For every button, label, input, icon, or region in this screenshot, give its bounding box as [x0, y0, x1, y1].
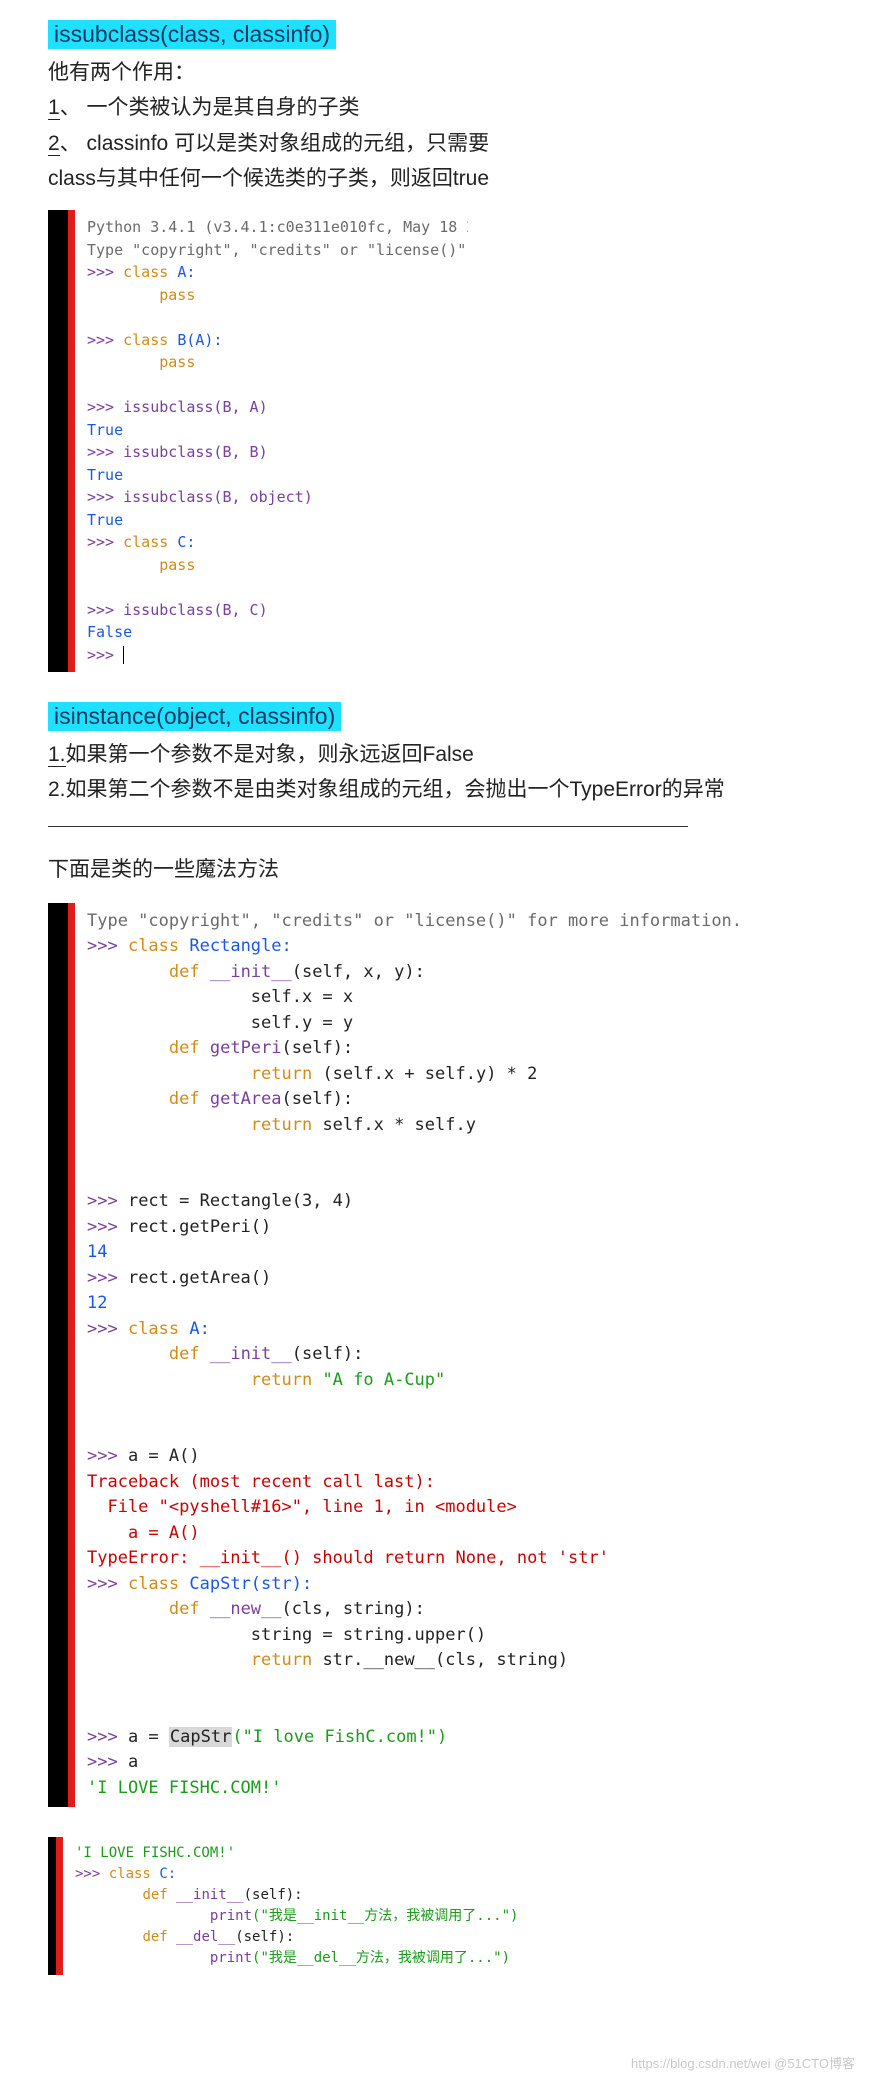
code-content: Python 3.4.1 (v3.4.1:c0e311e010fc, May 1… — [75, 210, 468, 672]
code-gutter-black — [48, 210, 68, 672]
section-magic-methods: 下面是类的一些魔法方法 — [48, 853, 837, 883]
watermark: https://blog.csdn.net/wei @51CTO博客 — [0, 2045, 885, 2088]
code-gutter-red — [68, 210, 75, 672]
section-isinstance: isinstance(object, classinfo) 1.如果第一个参数不… — [48, 702, 837, 827]
divider — [48, 826, 688, 827]
code-gutter-black — [48, 1837, 56, 1975]
code-gutter-black — [48, 903, 68, 1808]
code-content: 'I LOVE FISHC.COM!' >>> class C: def __i… — [63, 1837, 688, 1975]
code-gutter-red — [68, 903, 75, 1808]
issubclass-description: 他有两个作用： 1、 一个类被认为是其自身的子类 2、 classinfo 可以… — [48, 55, 837, 196]
code-content: Type "copyright", "credits" or "license(… — [75, 903, 837, 1808]
heading-isinstance: isinstance(object, classinfo) — [48, 702, 341, 731]
code-block-issubclass: Python 3.4.1 (v3.4.1:c0e311e010fc, May 1… — [48, 210, 468, 672]
isinstance-description: 1.如果第一个参数不是对象，则永远返回False 2.如果第二个参数不是由类对象… — [48, 737, 837, 808]
code-gutter-red — [56, 1837, 63, 1975]
code-block-class-c: 'I LOVE FISHC.COM!' >>> class C: def __i… — [48, 1837, 688, 1975]
section-issubclass: issubclass(class, classinfo) 他有两个作用： 1、 … — [48, 20, 837, 196]
code-block-rectangle: Type "copyright", "credits" or "license(… — [48, 903, 837, 1808]
selected-text: CapStr — [169, 1727, 232, 1747]
heading-issubclass: issubclass(class, classinfo) — [48, 20, 336, 49]
